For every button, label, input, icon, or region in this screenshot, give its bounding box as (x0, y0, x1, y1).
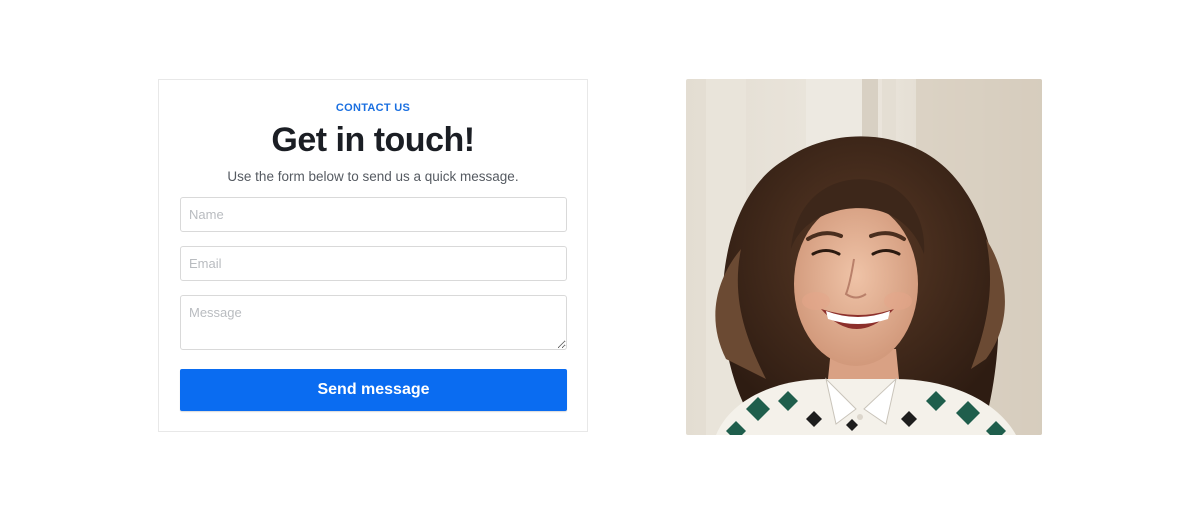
email-input[interactable] (180, 246, 567, 281)
send-message-button[interactable]: Send message (180, 369, 567, 411)
message-textarea[interactable] (180, 295, 567, 350)
form-description: Use the form below to send us a quick me… (227, 169, 519, 184)
portrait-photo (686, 79, 1042, 435)
contact-form-card: CONTACT US Get in touch! Use the form be… (158, 79, 588, 432)
page-title: Get in touch! (271, 121, 475, 159)
page: CONTACT US Get in touch! Use the form be… (0, 0, 1200, 512)
portrait-illustration (686, 79, 1042, 435)
name-input[interactable] (180, 197, 567, 232)
section-eyebrow: CONTACT US (335, 102, 411, 114)
